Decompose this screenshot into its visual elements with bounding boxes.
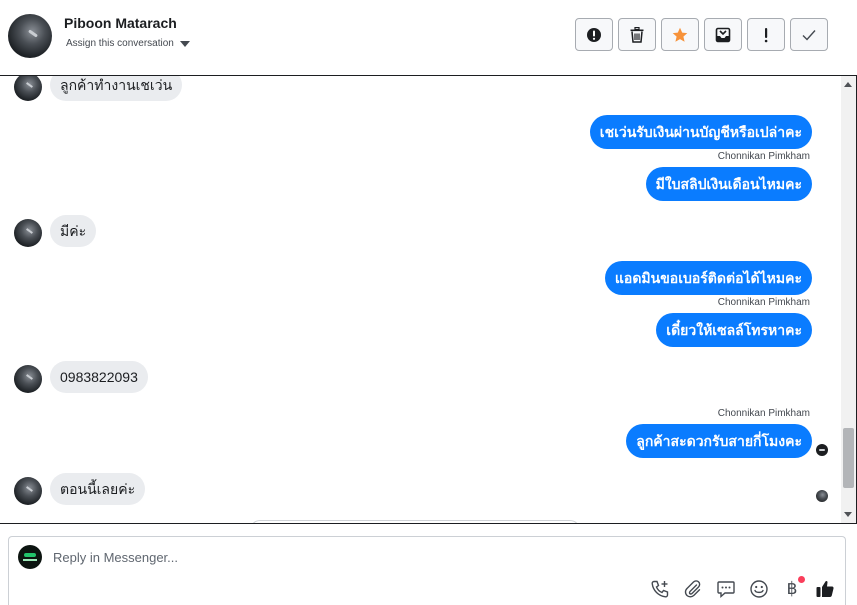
- scroll-up-arrow-icon[interactable]: [844, 82, 852, 87]
- outgoing-message: เดี๋ยวให้เซลล์โทรหาคะ: [656, 313, 812, 347]
- incoming-message: ตอนนี้เลยค่ะ: [50, 473, 146, 505]
- page-logo: [18, 545, 42, 569]
- sender-name: Chonnikan Pimkham: [717, 151, 810, 162]
- archive-button[interactable]: [704, 18, 742, 51]
- contact-avatar-small: [14, 365, 42, 393]
- saved-replies-button[interactable]: [716, 579, 736, 599]
- scroll-down-arrow-icon[interactable]: [844, 512, 852, 517]
- mark-done-button[interactable]: [790, 18, 828, 51]
- thumbs-up-icon: [816, 581, 834, 597]
- like-button[interactable]: [815, 579, 835, 599]
- outgoing-message: ลูกค้าสะดวกรับสายกี่โมงคะ: [626, 424, 812, 458]
- read-receipt-avatar: [816, 490, 828, 502]
- seen-indicator-icon: [816, 444, 828, 456]
- exclamation-circle-icon: [587, 27, 601, 42]
- check-icon: [802, 29, 816, 41]
- notification-dot: [798, 576, 805, 583]
- assign-conversation-dropdown[interactable]: Assign this conversation: [66, 38, 190, 49]
- scrollbar[interactable]: [841, 76, 856, 523]
- reply-input[interactable]: [53, 547, 753, 567]
- sender-name: Chonnikan Pimkham: [717, 297, 810, 308]
- chat-bubble-icon: [717, 581, 735, 599]
- incoming-message: 0983822093: [50, 361, 148, 393]
- caret-down-icon: [179, 41, 190, 47]
- incoming-message: มีค่ะ: [50, 215, 97, 247]
- assign-label: Assign this conversation: [66, 38, 174, 49]
- contact-avatar-small: [14, 76, 42, 101]
- exclamation-icon: [764, 27, 768, 42]
- star-button[interactable]: [661, 18, 699, 51]
- outgoing-message: มีใบสลิปเงินเดือนไหมคะ: [645, 167, 812, 201]
- contact-avatar-small: [14, 219, 42, 247]
- outgoing-message: แอดมินขอเบอร์ติดต่อได้ไหมคะ: [604, 261, 812, 295]
- scrollbar-thumb[interactable]: [843, 428, 854, 488]
- conversation-toolbar: [575, 18, 828, 51]
- star-icon: [672, 27, 688, 42]
- paperclip-icon: [684, 580, 701, 598]
- priority-button[interactable]: [747, 18, 785, 51]
- phone-add-icon: [651, 580, 669, 598]
- new-messages-bar[interactable]: [250, 520, 580, 523]
- archive-box-icon: [715, 27, 731, 42]
- sender-name: Chonnikan Pimkham: [717, 408, 810, 419]
- contact-avatar-small: [14, 477, 42, 505]
- baht-icon: ฿: [786, 579, 798, 599]
- call-button[interactable]: [650, 579, 670, 599]
- payment-button[interactable]: ฿: [782, 576, 805, 599]
- incoming-message: ลูกค้าทำงานเชเว่น: [50, 76, 183, 101]
- conversation-header: Piboon Matarach Assign this conversation: [0, 0, 857, 75]
- attach-button[interactable]: [683, 579, 703, 599]
- outgoing-message: เชเว่นรับเงินผ่านบัญชีหรือเปล่าคะ: [589, 115, 812, 149]
- contact-name[interactable]: Piboon Matarach: [64, 15, 177, 31]
- contact-avatar[interactable]: [8, 14, 52, 58]
- delete-button[interactable]: [618, 18, 656, 51]
- smiley-icon: [750, 580, 768, 598]
- reply-composer: ฿: [8, 536, 846, 605]
- message-thread[interactable]: ลูกค้าทำงานเชเว่น เชเว่นรับเงินผ่านบัญชี…: [0, 75, 857, 524]
- reply-toolbar: ฿: [650, 576, 835, 599]
- trash-icon: [630, 26, 644, 43]
- emoji-button[interactable]: [749, 579, 769, 599]
- mark-spam-button[interactable]: [575, 18, 613, 51]
